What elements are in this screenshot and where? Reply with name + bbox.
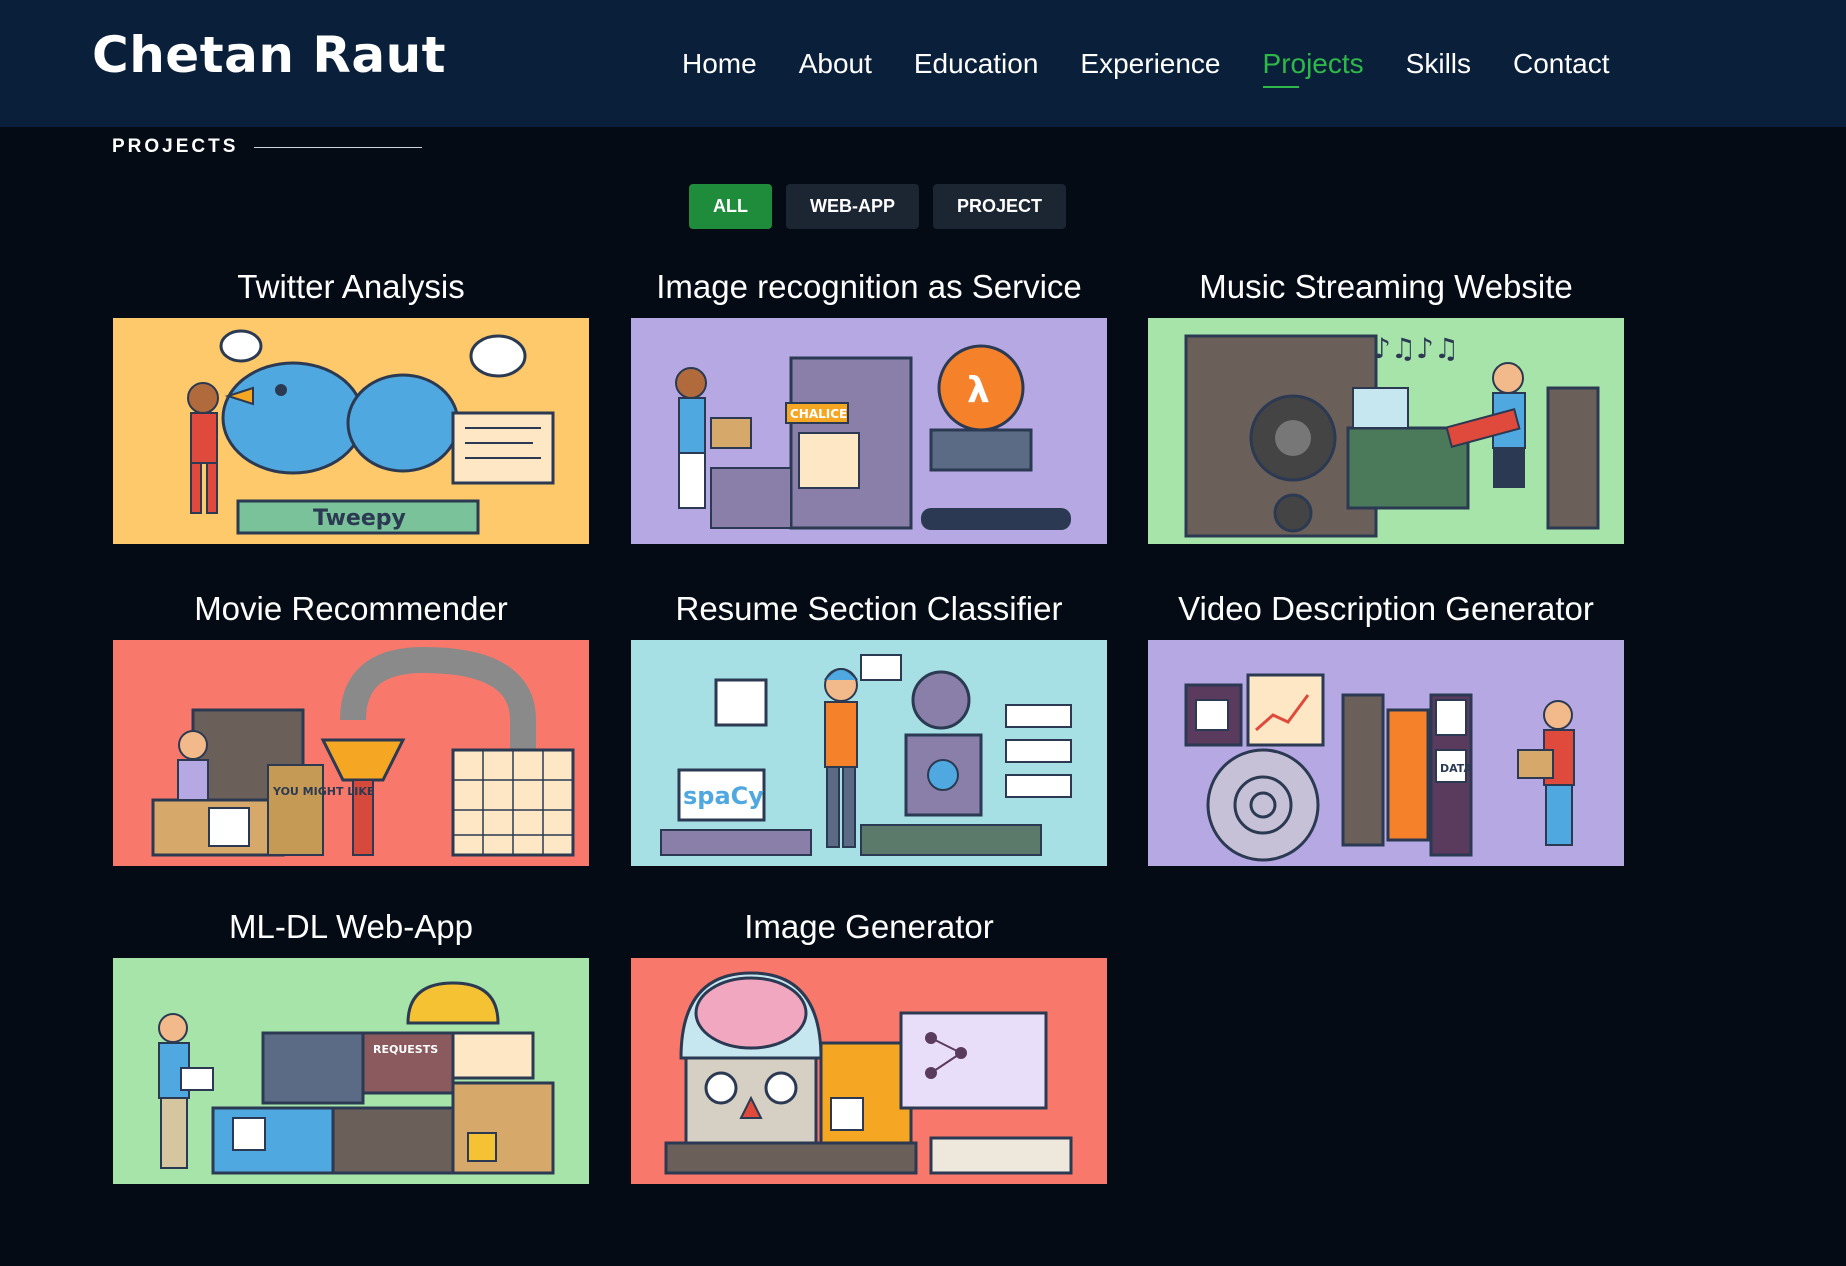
python-icon	[714, 678, 768, 727]
spacy-label: spaCy	[683, 782, 764, 810]
project-image[interactable]: CHALICE λ	[631, 318, 1107, 544]
site-logo[interactable]: Chetan Raut	[92, 26, 446, 84]
project-title[interactable]: Resume Section Classifier	[631, 586, 1107, 632]
chart-screen-icon	[1246, 673, 1325, 747]
filter-web-app-button[interactable]: WEB-APP	[786, 184, 919, 229]
project-card[interactable]: Image recognition as Service CHALICE λ	[631, 264, 1107, 544]
download-icon	[1435, 699, 1467, 736]
filter-all-button[interactable]: ALL	[689, 184, 772, 229]
nav-contact[interactable]: Contact	[1513, 48, 1610, 80]
project-title[interactable]: Twitter Analysis	[113, 264, 589, 310]
project-filters: ALL WEB-APP PROJECT	[689, 184, 1080, 229]
network-graph-icon	[899, 1011, 1048, 1110]
section-title-text: PROJECTS	[112, 136, 239, 157]
person-figure	[675, 367, 707, 509]
project-card[interactable]: Resume Section Classifier spaCy	[631, 586, 1107, 866]
data-label: DATA	[1440, 762, 1472, 775]
project-image[interactable]: ♪♫♪♫	[1148, 318, 1624, 544]
you-might-like-label: YOU MIGHT LIKE	[272, 785, 374, 798]
nav-experience[interactable]: Experience	[1080, 48, 1220, 80]
nav-education[interactable]: Education	[914, 48, 1039, 80]
project-title[interactable]: Video Description Generator	[1148, 586, 1624, 632]
requests-label: REQUESTS	[373, 1043, 438, 1056]
project-title[interactable]: Music Streaming Website	[1148, 264, 1624, 310]
nav-skills[interactable]: Skills	[1406, 48, 1471, 80]
main-nav: Home About Education Experience Projects…	[682, 48, 1652, 88]
brain-icon	[694, 976, 808, 1050]
project-card[interactable]: ML-DL Web-App REQUESTS	[113, 904, 589, 1184]
project-title[interactable]: ML-DL Web-App	[113, 904, 589, 950]
person-figure	[177, 730, 209, 801]
project-image[interactable]: YOU MIGHT LIKE	[113, 640, 589, 866]
python-icon	[208, 807, 250, 847]
project-card[interactable]: Music Streaming Website ♪♫♪♫	[1148, 264, 1624, 544]
project-image[interactable]: Tweepy	[113, 318, 589, 544]
twitter-bird-icon	[221, 361, 460, 475]
robot-icon	[904, 670, 983, 817]
project-title[interactable]: Movie Recommender	[113, 586, 589, 632]
nav-about[interactable]: About	[799, 48, 872, 80]
chalice-label: CHALICE	[790, 407, 847, 421]
api-chip-icon	[467, 1132, 497, 1162]
section-heading: PROJECTS	[112, 136, 423, 158]
project-title[interactable]: Image Generator	[631, 904, 1107, 950]
nav-projects[interactable]: Projects	[1262, 48, 1364, 88]
site-header: Chetan Raut Home About Education Experie…	[0, 0, 1846, 127]
nav-home[interactable]: Home	[682, 48, 757, 80]
filter-project-button[interactable]: PROJECT	[933, 184, 1067, 229]
tweepy-label: Tweepy	[313, 506, 406, 531]
python-icon	[232, 1117, 266, 1151]
python-icon	[1195, 699, 1229, 731]
project-card[interactable]: Video Description Generator DATA	[1148, 586, 1624, 866]
project-image[interactable]: REQUESTS	[113, 958, 589, 1184]
svg-text:♪♫♪♫: ♪♫♪♫	[1373, 332, 1459, 365]
section-divider	[254, 146, 423, 148]
project-image[interactable]: DATA	[1148, 640, 1624, 866]
svg-text:λ: λ	[967, 370, 990, 411]
project-card[interactable]: Twitter Analysis Tweepy	[113, 264, 589, 544]
project-card[interactable]: Image Generator	[631, 904, 1107, 1184]
project-card[interactable]: Movie Recommender YOU MIGHT LIKE	[113, 586, 589, 866]
project-image[interactable]	[631, 958, 1107, 1184]
project-title[interactable]: Image recognition as Service	[631, 264, 1107, 310]
python-icon	[830, 1097, 864, 1131]
project-image[interactable]: spaCy	[631, 640, 1107, 866]
